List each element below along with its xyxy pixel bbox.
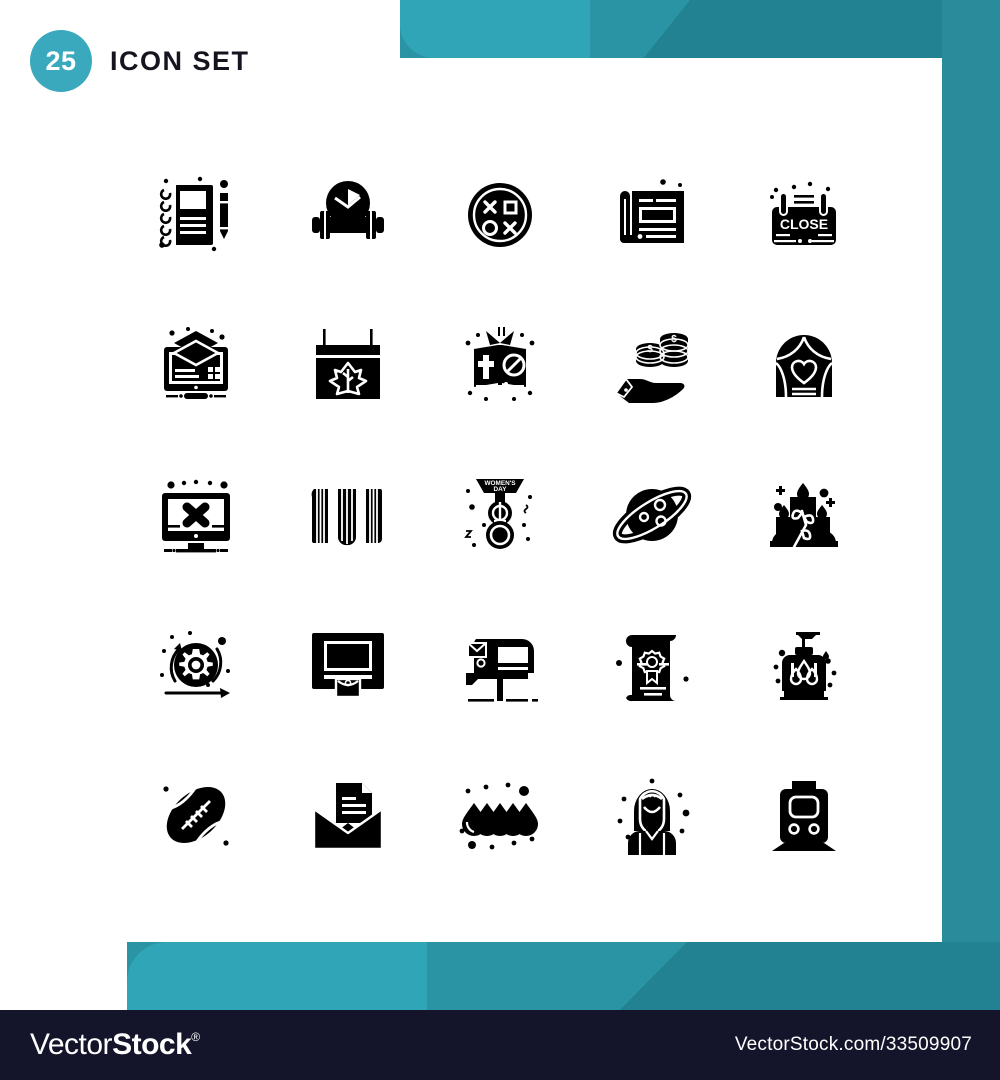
icon-cell-2[interactable]: [272, 140, 424, 290]
icon-cell-23[interactable]: [424, 740, 576, 890]
open-bible-icon: [465, 327, 535, 401]
atm-machine-icon: [312, 633, 384, 699]
planet-saturn-icon: [612, 486, 692, 544]
close-sign-label: CLOSE: [780, 216, 828, 232]
logo-prefix: Vector: [30, 1028, 113, 1061]
hanging-leaf-sign-icon: [316, 329, 380, 399]
gamepad-buttons-icon: [468, 183, 532, 247]
icon-cell-1[interactable]: [120, 140, 272, 290]
hand-coins-icon: $ $: [614, 333, 689, 403]
icon-cell-18[interactable]: [424, 590, 576, 740]
water-drops-icon: [459, 782, 538, 850]
icon-cell-24[interactable]: [576, 740, 728, 890]
icon-cell-19[interactable]: [576, 590, 728, 740]
icon-cell-9[interactable]: $ $: [576, 290, 728, 440]
icon-cell-25[interactable]: [728, 740, 880, 890]
woman-avatar-icon: [617, 778, 690, 855]
arch-heart-icon: [775, 335, 833, 398]
icon-cell-13[interactable]: WOMEN'S DAY: [424, 440, 576, 590]
icon-cell-7[interactable]: [272, 290, 424, 440]
footer-bar: Vector Stock ® VectorStock.com/33509907: [0, 1010, 1000, 1080]
icon-cell-20[interactable]: [728, 590, 880, 740]
icon-cell-3[interactable]: [424, 140, 576, 290]
svg-text:DAY: DAY: [494, 486, 508, 493]
logo-suffix: Stock: [112, 1028, 192, 1061]
dumbbell-clock-icon: [312, 181, 384, 239]
icon-cell-21[interactable]: [120, 740, 272, 890]
open-envelope-letter-icon: [312, 783, 384, 851]
icon-cell-12[interactable]: [272, 440, 424, 590]
icon-count-badge: 25: [30, 30, 92, 92]
blueprint-icon: [620, 179, 684, 243]
snowboards-icon: [311, 489, 382, 546]
icon-cell-4[interactable]: [576, 140, 728, 290]
icon-cell-22[interactable]: [272, 740, 424, 890]
tram-train-icon: [772, 781, 836, 851]
icon-cell-16[interactable]: [120, 590, 272, 740]
mailbox-icon: [466, 639, 538, 702]
icon-cell-6[interactable]: [120, 290, 272, 440]
monitor-error-icon: [162, 479, 230, 553]
icon-cell-11[interactable]: [120, 440, 272, 590]
top-band-light: [400, 0, 590, 58]
notebook-pencil-icon: [159, 176, 228, 252]
bottom-band-light: [127, 942, 427, 1010]
svg-text:$: $: [671, 334, 677, 345]
womens-day-banner-icon: WOMEN'S DAY: [464, 479, 532, 549]
monitor-layers-icon: [164, 327, 228, 399]
icon-cell-10[interactable]: [728, 290, 880, 440]
poster-canvas: 25 Icon Set: [0, 0, 1000, 1080]
registered-mark: ®: [191, 1030, 200, 1044]
icon-cell-15[interactable]: [728, 440, 880, 590]
icon-cell-8[interactable]: [424, 290, 576, 440]
icon-grid: CLOSE $ $ WOMEN'S DAY: [120, 140, 880, 890]
gear-refresh-icon: [160, 631, 230, 698]
svg-text:$: $: [647, 344, 653, 355]
icon-cell-17[interactable]: [272, 590, 424, 740]
icon-cell-5[interactable]: CLOSE: [728, 140, 880, 290]
poster-header: 25 Icon Set: [30, 30, 250, 92]
certificate-icon: [616, 635, 689, 702]
icon-cell-14[interactable]: [576, 440, 728, 590]
soap-dispenser-icon: [773, 632, 837, 700]
candles-plant-icon: [770, 483, 838, 549]
vectorstock-logo: Vector Stock ®: [30, 1028, 200, 1062]
footer-url: VectorStock.com/33509907: [734, 1034, 972, 1055]
close-sign-icon: CLOSE: [770, 181, 836, 245]
right-accent-strip: [942, 0, 1000, 1010]
page-title: Icon Set: [110, 45, 250, 76]
football-icon: [163, 786, 229, 846]
